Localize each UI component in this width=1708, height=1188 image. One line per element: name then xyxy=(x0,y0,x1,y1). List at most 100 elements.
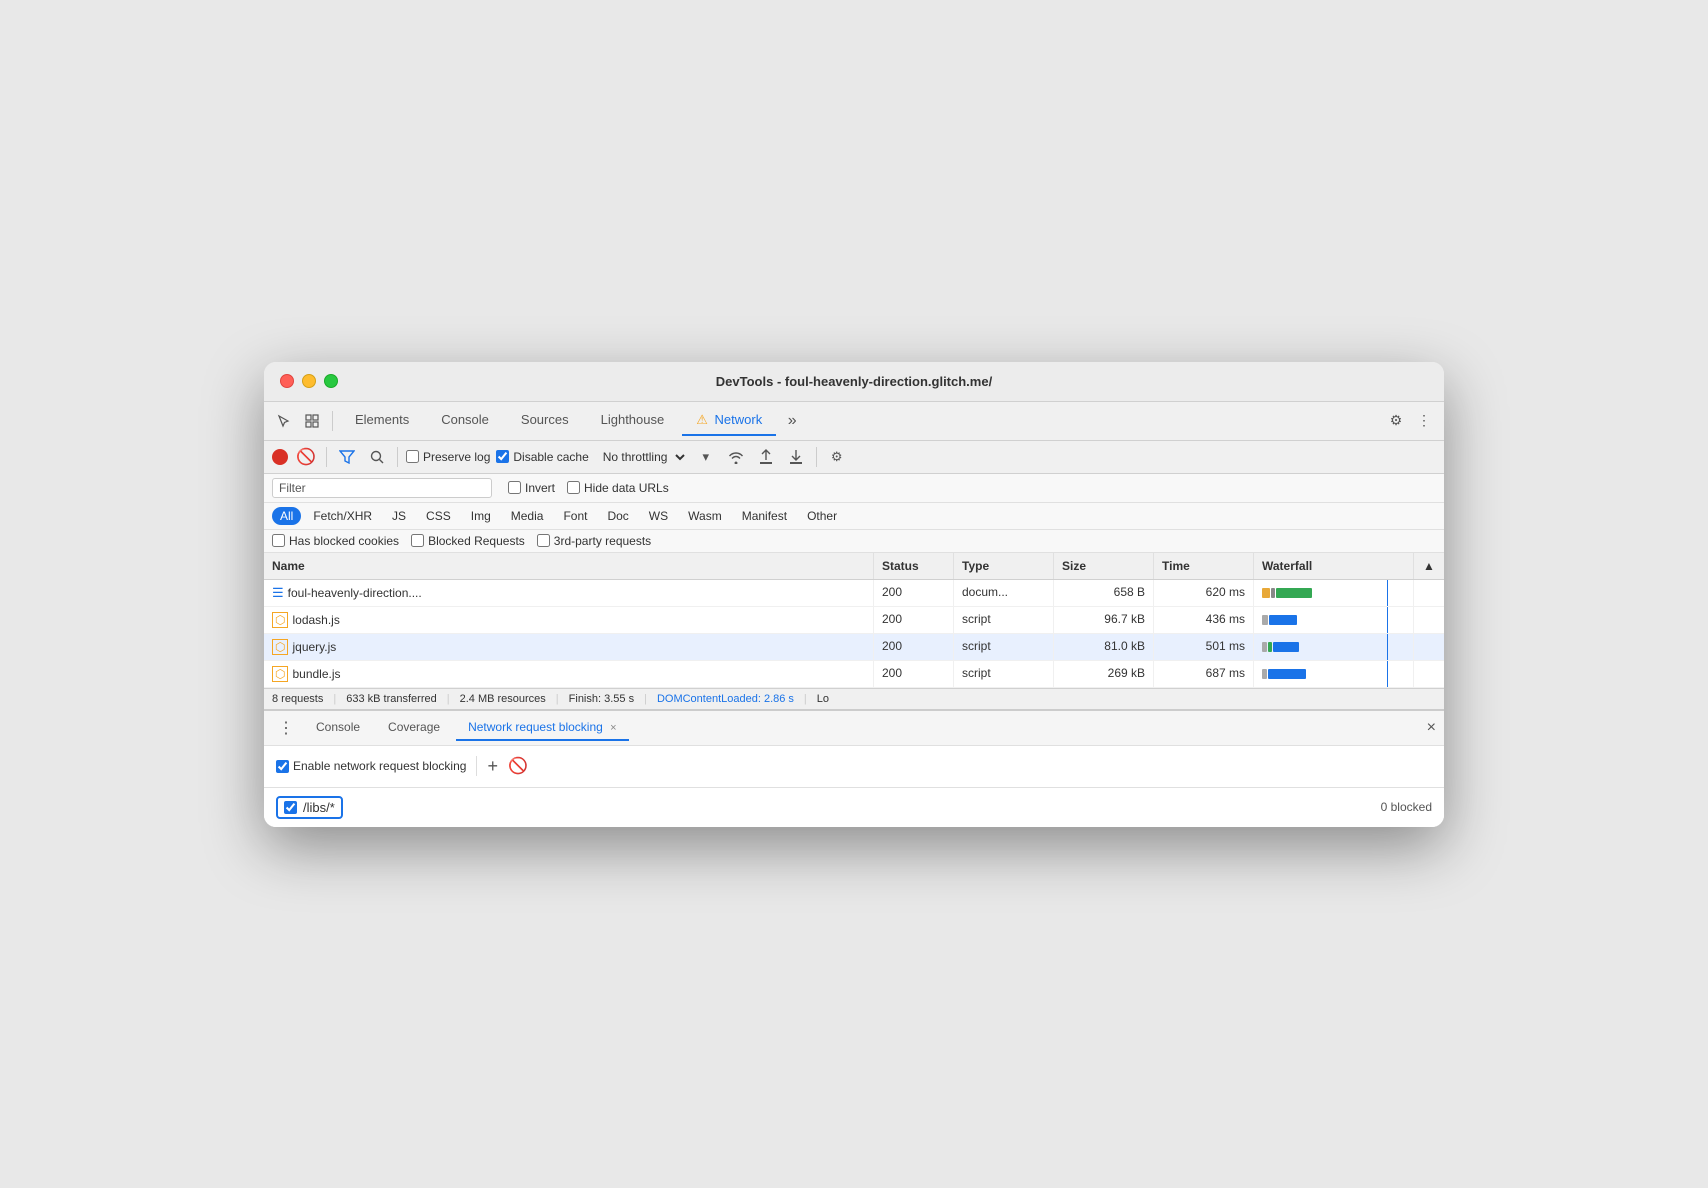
tab-elements[interactable]: Elements xyxy=(341,406,423,435)
more-tabs-icon[interactable]: » xyxy=(780,409,804,433)
titlebar: DevTools - foul-heavenly-direction.glitc… xyxy=(264,362,1444,402)
network-table: Name Status Type Size Time Waterfall ▲ ☰… xyxy=(264,553,1444,688)
status-transferred: 633 kB transferred xyxy=(346,693,437,705)
js-icon: ⬡ xyxy=(272,612,288,628)
col-size: Size xyxy=(1054,553,1154,579)
type-btn-wasm[interactable]: Wasm xyxy=(680,507,730,525)
clear-button[interactable]: 🚫 xyxy=(294,445,318,469)
search-icon[interactable] xyxy=(365,445,389,469)
filter-icon[interactable] xyxy=(335,445,359,469)
cell-size-1: 658 B xyxy=(1054,580,1154,606)
type-btn-all[interactable]: All xyxy=(272,507,301,525)
status-requests: 8 requests xyxy=(272,693,323,705)
cell-name-3: ⬡ jquery.js xyxy=(264,634,874,660)
cell-waterfall-4 xyxy=(1254,661,1414,687)
type-btn-img[interactable]: Img xyxy=(463,507,499,525)
type-btn-doc[interactable]: Doc xyxy=(599,507,636,525)
record-button[interactable] xyxy=(272,449,288,465)
download-icon[interactable] xyxy=(784,445,808,469)
col-waterfall: Waterfall xyxy=(1254,553,1414,579)
cursor-icon[interactable] xyxy=(272,409,296,433)
doc-icon: ☰ xyxy=(272,585,284,601)
table-row[interactable]: ⬡ bundle.js 200 script 269 kB 687 ms xyxy=(264,661,1444,688)
enable-blocking-checkbox[interactable]: Enable network request blocking xyxy=(276,759,466,773)
cell-time-2: 436 ms xyxy=(1154,607,1254,633)
third-party-checkbox[interactable]: 3rd-party requests xyxy=(537,534,651,548)
col-sort[interactable]: ▲ xyxy=(1414,553,1444,579)
hide-data-urls-checkbox[interactable]: Hide data URLs xyxy=(567,481,669,495)
filter-input[interactable] xyxy=(310,481,485,495)
table-body: ☰ foul-heavenly-direction.... 200 docum.… xyxy=(264,580,1444,688)
upload-icon[interactable] xyxy=(754,445,778,469)
tab-console[interactable]: Console xyxy=(427,406,503,435)
cell-name-1: ☰ foul-heavenly-direction.... xyxy=(264,580,874,606)
table-row[interactable]: ⬡ jquery.js 200 script 81.0 kB 501 ms xyxy=(264,634,1444,661)
wifi-icon[interactable] xyxy=(724,445,748,469)
traffic-lights xyxy=(280,374,338,388)
throttle-select[interactable]: No throttling xyxy=(595,447,688,467)
preserve-log-checkbox[interactable]: Preserve log xyxy=(406,450,490,464)
status-load: Lo xyxy=(817,693,829,705)
window-title: DevTools - foul-heavenly-direction.glitc… xyxy=(716,374,992,389)
has-blocked-cookies-checkbox[interactable]: Has blocked cookies xyxy=(272,534,399,548)
status-dom-loaded: DOMContentLoaded: 2.86 s xyxy=(657,693,794,705)
cell-status-3: 200 xyxy=(874,634,954,660)
nrb-divider xyxy=(476,756,477,776)
type-btn-css[interactable]: CSS xyxy=(418,507,459,525)
cell-time-4: 687 ms xyxy=(1154,661,1254,687)
tab-network[interactable]: ⚠ Network xyxy=(682,406,776,436)
close-button[interactable] xyxy=(280,374,294,388)
col-status: Status xyxy=(874,553,954,579)
filter-input-wrap: Filter xyxy=(272,478,492,498)
cell-waterfall-3 xyxy=(1254,634,1414,660)
cell-type-1: docum... xyxy=(954,580,1054,606)
type-btn-js[interactable]: JS xyxy=(384,507,414,525)
type-btn-ws[interactable]: WS xyxy=(641,507,676,525)
bottom-dots-menu[interactable]: ⋮ xyxy=(272,718,300,738)
bottom-tab-bar: ⋮ Console Coverage Network request block… xyxy=(264,711,1444,746)
invert-checkbox[interactable]: Invert xyxy=(508,481,555,495)
more-options-icon[interactable]: ⋮ xyxy=(1412,409,1436,433)
cell-status-4: 200 xyxy=(874,661,954,687)
bottom-tab-console[interactable]: Console xyxy=(304,715,372,741)
type-btn-other[interactable]: Other xyxy=(799,507,845,525)
table-row[interactable]: ☰ foul-heavenly-direction.... 200 docum.… xyxy=(264,580,1444,607)
type-btn-manifest[interactable]: Manifest xyxy=(734,507,795,525)
cell-extra-3 xyxy=(1414,634,1444,660)
tab-sources[interactable]: Sources xyxy=(507,406,583,435)
inspect-icon[interactable] xyxy=(300,409,324,433)
maximize-button[interactable] xyxy=(324,374,338,388)
type-btn-media[interactable]: Media xyxy=(503,507,552,525)
filter-checkboxes: Invert Hide data URLs xyxy=(508,481,669,495)
add-pattern-button[interactable]: + xyxy=(487,756,498,777)
type-btn-fetchxhr[interactable]: Fetch/XHR xyxy=(305,507,380,525)
cell-name-4: ⬡ bundle.js xyxy=(264,661,874,687)
cell-type-3: script xyxy=(954,634,1054,660)
network-settings-icon[interactable]: ⚙ xyxy=(825,445,849,469)
blocked-requests-checkbox[interactable]: Blocked Requests xyxy=(411,534,525,548)
cell-time-3: 501 ms xyxy=(1154,634,1254,660)
throttle-dropdown-icon[interactable]: ▾ xyxy=(694,445,718,469)
bottom-panel-close[interactable]: × xyxy=(1427,719,1436,737)
disable-cache-checkbox[interactable]: Disable cache xyxy=(496,450,588,464)
col-name: Name xyxy=(264,553,874,579)
tab-lighthouse[interactable]: Lighthouse xyxy=(587,406,679,435)
type-btn-font[interactable]: Font xyxy=(555,507,595,525)
table-row[interactable]: ⬡ lodash.js 200 script 96.7 kB 436 ms xyxy=(264,607,1444,634)
status-resources: 2.4 MB resources xyxy=(460,693,546,705)
status-finish: Finish: 3.55 s xyxy=(569,693,634,705)
settings-icon[interactable]: ⚙ xyxy=(1384,409,1408,433)
blocked-filter-row: Has blocked cookies Blocked Requests 3rd… xyxy=(264,530,1444,553)
blocked-rule-row[interactable]: /libs/* 0 blocked xyxy=(264,788,1444,827)
bottom-tab-coverage[interactable]: Coverage xyxy=(376,715,452,741)
cell-waterfall-2 xyxy=(1254,607,1414,633)
block-all-button[interactable]: 🚫 xyxy=(508,756,528,776)
minimize-button[interactable] xyxy=(302,374,316,388)
rule-enabled-checkbox[interactable] xyxy=(284,801,297,814)
cell-status-2: 200 xyxy=(874,607,954,633)
nrb-tab-close[interactable]: × xyxy=(610,722,616,734)
warning-icon: ⚠ xyxy=(696,412,708,427)
bottom-tab-nrb[interactable]: Network request blocking × xyxy=(456,715,629,741)
devtools-window: DevTools - foul-heavenly-direction.glitc… xyxy=(264,362,1444,827)
js-icon: ⬡ xyxy=(272,666,288,682)
